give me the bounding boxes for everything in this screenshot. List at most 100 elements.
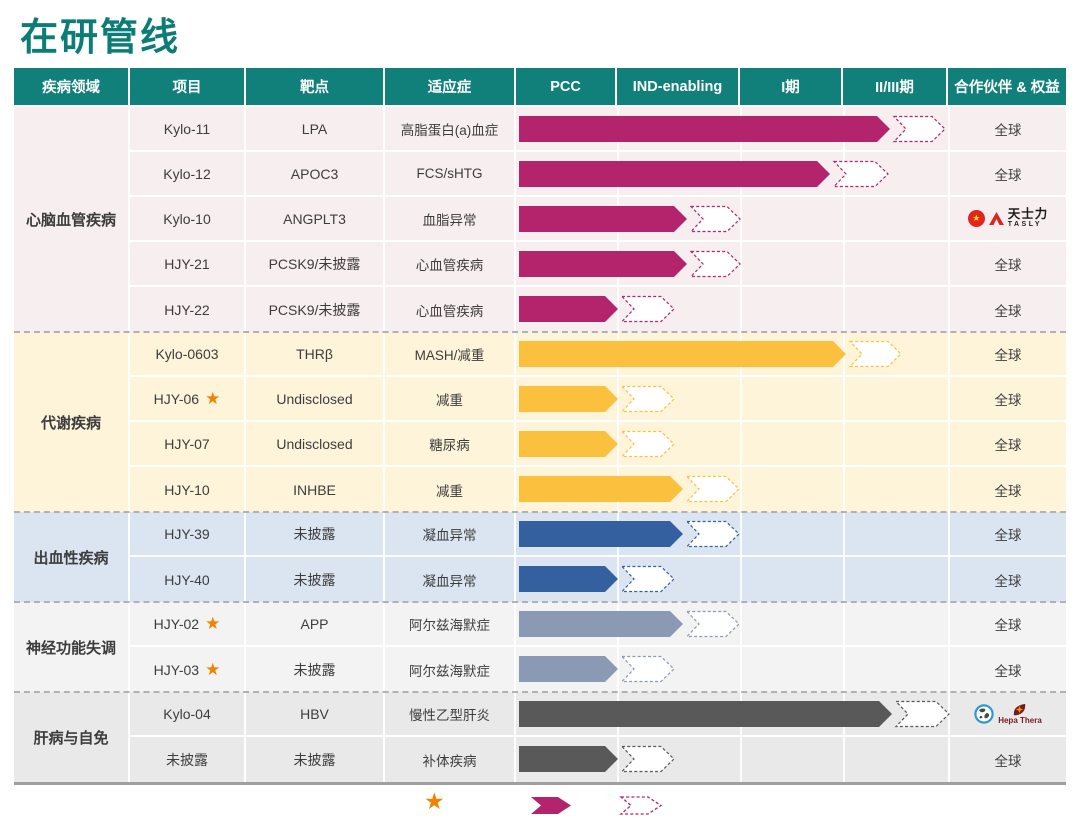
pipeline-row: HJY-06★Undisclosed减重全球 <box>130 377 1066 422</box>
disease-area-label: 代谢疾病 <box>14 332 130 512</box>
indication-cell: 糖尿病 <box>385 422 516 465</box>
pipeline-row: HJY-02★APP阿尔兹海默症全球 <box>130 602 1066 647</box>
tasly-logo-cn: 天士力 <box>1008 208 1049 221</box>
indication-cell: 减重 <box>385 467 516 512</box>
project-name: HJY-39 <box>164 526 209 542</box>
planned-arrow <box>622 387 674 412</box>
hepathera-logo-name: Hepa Thera <box>998 717 1042 726</box>
header-cell-project: 项目 <box>130 68 246 105</box>
project-name: HJY-02 <box>154 616 199 632</box>
project-name: HJY-03 <box>154 662 199 678</box>
target-cell: PCSK9/未披露 <box>246 242 385 285</box>
group-rows: Kylo-11LPA高脂蛋白(a)血症全球Kylo-12APOC3FCS/sHT… <box>130 107 1066 332</box>
planned-arrow <box>896 702 949 727</box>
target-cell: APOC3 <box>246 152 385 195</box>
planned-arrow <box>622 297 674 322</box>
progress-bar-solid <box>519 251 687 277</box>
stage-cell <box>516 377 948 420</box>
progress-bar-solid <box>519 746 618 772</box>
progress-bar-solid <box>519 161 830 187</box>
project-cell: 未披露 <box>130 737 246 782</box>
column-gridline <box>740 377 742 420</box>
column-gridline <box>843 557 845 602</box>
pipeline-row: Kylo-11LPA高脂蛋白(a)血症全球 <box>130 107 1066 152</box>
partner-rights-label: 全球 <box>995 164 1022 184</box>
partner-cell: Hepa Thera <box>948 692 1066 735</box>
planned-arrow <box>687 612 739 637</box>
partner-cell: 全球 <box>948 737 1066 782</box>
globe-icon <box>974 704 994 724</box>
partner-rights-label: 全球 <box>995 389 1022 409</box>
header-cell-ind-enabling: IND-enabling <box>617 68 740 105</box>
partner-rights-label: 全球 <box>995 344 1022 364</box>
target-cell: INHBE <box>246 467 385 512</box>
target-cell: APP <box>246 602 385 645</box>
partner-rights-label: 全球 <box>995 434 1022 454</box>
target-cell: 未披露 <box>246 557 385 602</box>
partner-rights-label: 全球 <box>995 254 1022 274</box>
disease-group: 代谢疾病Kylo-0603THRβMASH/减重全球HJY-06★Undiscl… <box>14 332 1066 512</box>
project-name: HJY-10 <box>164 482 209 498</box>
group-rows: Kylo-04HBV慢性乙型肝炎Hepa Thera未披露未披露补体疾病全球 <box>130 692 1066 782</box>
legend-planned-stage-arrow-icon <box>620 796 662 815</box>
column-gridline <box>740 647 742 692</box>
header-cell-partner-rights: 合作伙伴 & 权益 <box>948 68 1066 105</box>
progress-bar <box>519 565 676 593</box>
partner-rights-label: 全球 <box>995 660 1022 680</box>
progress-bar-solid <box>519 386 618 412</box>
column-gridline <box>843 377 845 420</box>
stage-cell <box>516 692 948 735</box>
planned-arrow <box>894 117 945 142</box>
disease-area-label: 肝病与自免 <box>14 692 130 782</box>
progress-bar-solid <box>519 206 687 232</box>
partner-rights-label: 全球 <box>995 750 1022 770</box>
project-name: HJY-21 <box>164 256 209 272</box>
project-cell: HJY-10 <box>130 467 246 512</box>
progress-bar <box>519 295 676 323</box>
target-cell: PCSK9/未披露 <box>246 287 385 332</box>
header-cell-phase23: II/III期 <box>843 68 948 105</box>
progress-bar-solid <box>519 656 618 682</box>
project-cell: Kylo-12 <box>130 152 246 195</box>
progress-bar <box>519 340 903 368</box>
progress-bar-solid <box>519 476 683 502</box>
project-cell: HJY-22 <box>130 287 246 332</box>
progress-bar-solid <box>519 341 846 367</box>
target-cell: ANGPLT3 <box>246 197 385 240</box>
indication-cell: 补体疾病 <box>385 737 516 782</box>
stage-cell <box>516 557 948 602</box>
target-cell: Undisclosed <box>246 422 385 465</box>
partner-cell: 全球 <box>948 557 1066 602</box>
indication-cell: 心血管疾病 <box>385 287 516 332</box>
pipeline-row: HJY-40未披露凝血异常全球 <box>130 557 1066 602</box>
progress-bar <box>519 610 741 638</box>
stage-cell <box>516 737 948 782</box>
partner-cell: 全球 <box>948 152 1066 195</box>
indication-cell: MASH/减重 <box>385 332 516 375</box>
column-gridline <box>843 242 845 285</box>
group-separator <box>14 331 1066 333</box>
project-name: HJY-22 <box>164 302 209 318</box>
project-name: Kylo-0603 <box>155 346 218 362</box>
pipeline-row: 未披露未披露补体疾病全球 <box>130 737 1066 782</box>
partner-cell: 全球 <box>948 602 1066 645</box>
project-cell: HJY-21 <box>130 242 246 285</box>
pipeline-slide: { "title": "在研管线", "colors": { "teal_hea… <box>0 0 1080 832</box>
partner-rights-label: 全球 <box>995 119 1022 139</box>
pipeline-row: Kylo-0603 THRβMASH/减重 全球 <box>130 332 1066 377</box>
partner-rights-label: 全球 <box>995 614 1022 634</box>
indication-cell: 心血管疾病 <box>385 242 516 285</box>
project-name: 未披露 <box>166 750 208 770</box>
project-name: Kylo-04 <box>163 706 210 722</box>
progress-bar-solid <box>519 701 892 727</box>
pipeline-table: 疾病领域项目靶点适应症PCCIND-enablingI期II/III期合作伙伴 … <box>14 68 1066 785</box>
progress-bar <box>519 160 890 188</box>
stage-cell <box>516 467 948 512</box>
disease-area-label: 出血性疾病 <box>14 512 130 602</box>
target-cell: 未披露 <box>246 737 385 782</box>
target-cell: THRβ <box>246 332 385 375</box>
star-icon: ★ <box>205 661 220 678</box>
partner-cell: 全球 <box>948 242 1066 285</box>
stage-cell <box>516 152 948 195</box>
progress-bar <box>519 385 676 413</box>
